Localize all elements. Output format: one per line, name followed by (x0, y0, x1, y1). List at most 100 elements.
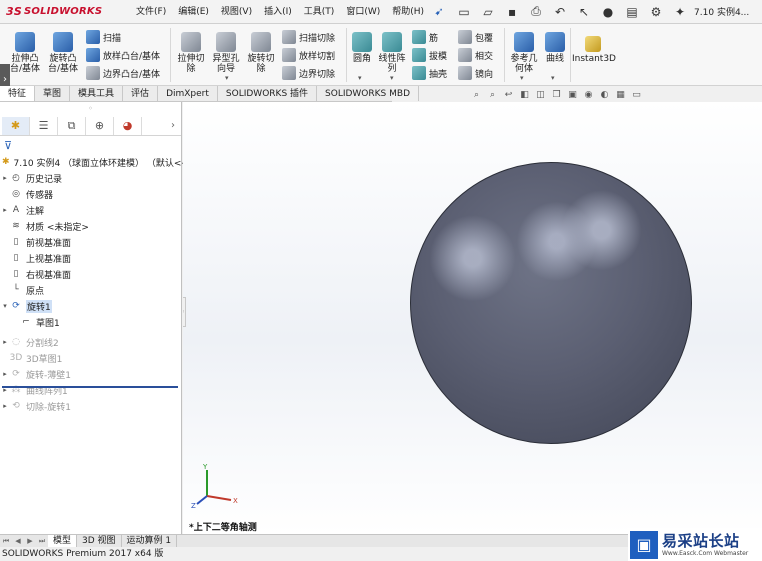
lofted-cut-button[interactable]: 放样切割 (282, 48, 335, 62)
extrude-boss-button[interactable]: 拉伸凸 台/基体 (6, 32, 44, 74)
chevron-right-icon[interactable]: › (171, 120, 175, 131)
revolve-boss-button[interactable]: 旋转凸 台/基体 (44, 32, 82, 74)
instant3d-button[interactable]: Instant3D (572, 36, 616, 64)
swept-cut-button[interactable]: 扫描切除 (282, 30, 335, 44)
open-folder-icon[interactable]: ▱ (478, 3, 498, 21)
zoom-to-area-icon[interactable]: ⌕ (486, 88, 499, 101)
tab-3d-view[interactable]: 3D 视图 (77, 535, 122, 547)
shell-button[interactable]: 抽壳 (412, 66, 447, 80)
file-properties-icon[interactable]: ▤ (622, 3, 642, 21)
tab-addins[interactable]: SOLIDWORKS 插件 (218, 86, 318, 101)
panel-splitter-handle[interactable]: ◦ (183, 297, 186, 327)
zoom-to-fit-icon[interactable]: ⌕ (470, 88, 483, 101)
apply-scene-icon[interactable]: ▦ (614, 88, 627, 101)
print-icon[interactable]: ⎙ (526, 3, 546, 21)
tree-item-right-plane[interactable]: ▯ 右视基准面 (0, 266, 181, 282)
tab-dimxpert[interactable]: DimXpert (158, 86, 218, 101)
last-tab-arrow-icon[interactable]: ⏭ (36, 537, 48, 546)
pin-toolbar-icon[interactable]: ✦ (670, 3, 690, 21)
hole-wizard-button[interactable]: 异型孔 向导 (208, 32, 244, 74)
first-tab-arrow-icon[interactable]: ⏮ (0, 537, 12, 546)
hide-show-items-icon[interactable]: ◉ (582, 88, 595, 101)
tree-item-split-line2[interactable]: ▸ ◌ 分割线2 (0, 334, 181, 350)
menu-insert[interactable]: 插入(I) (258, 0, 298, 24)
tab-mold-tools[interactable]: 模具工具 (70, 86, 124, 101)
boundary-cut-button[interactable]: 边界切除 (282, 66, 335, 80)
curves-button[interactable]: 曲线 (542, 32, 568, 64)
tab-sketch[interactable]: 草图 (35, 86, 71, 101)
tree-item-history[interactable]: ▸ ◴ 历史记录 (0, 170, 181, 186)
revolve-cut-button[interactable]: 旋转切 除 (244, 32, 278, 74)
graphics-viewport[interactable]: ◦ Y X Z *上下二等角轴测 (183, 102, 762, 534)
expand-arrow-icon[interactable]: ▸ (0, 370, 10, 378)
panel-grip-icon[interactable]: ◦ (0, 102, 181, 116)
tree-item-3d-sketch1[interactable]: 3D 3D草图1 (0, 350, 181, 366)
solidworks-logo[interactable]: 3S SOLIDWORKS (0, 0, 120, 24)
tree-item-origin[interactable]: └ 原点 (0, 282, 181, 298)
extrude-cut-button[interactable]: 拉伸切 除 (174, 32, 208, 74)
tree-item-revolve1[interactable]: ▾ ⟳ 旋转1 (0, 298, 181, 314)
edit-appearance-icon[interactable]: ◐ (598, 88, 611, 101)
tab-features[interactable]: 特征 (0, 86, 36, 101)
wrap-button[interactable]: 包覆 (458, 30, 493, 44)
sweep-button[interactable]: 扫描 (86, 30, 121, 44)
tab-mbd[interactable]: SOLIDWORKS MBD (317, 86, 419, 101)
boundary-boss-button[interactable]: 边界凸台/基体 (86, 66, 160, 80)
tree-item-sketch1[interactable]: ⌐ 草图1 (0, 314, 181, 330)
feature-manager-icon[interactable]: ✱ (2, 116, 30, 135)
view-orientation-icon[interactable]: ❒ (550, 88, 563, 101)
property-manager-icon[interactable]: ☰ (30, 116, 58, 135)
mirror-button[interactable]: 镜向 (458, 66, 493, 80)
tree-item-sensors[interactable]: ◎ 传感器 (0, 186, 181, 202)
undo-icon[interactable]: ↶ (550, 3, 570, 21)
menu-help[interactable]: 帮助(H) (386, 0, 430, 24)
tab-motion-study[interactable]: 运动算例 1 (122, 535, 178, 547)
menu-view[interactable]: 视图(V) (215, 0, 258, 24)
tree-item-curve-pattern1[interactable]: ▸ ⁂ 曲线阵列1 (0, 382, 181, 398)
menu-file[interactable]: 文件(F) (130, 0, 172, 24)
dropdown-arrow-icon[interactable]: ▾ (520, 74, 524, 82)
tree-item-cut-revolve1[interactable]: ▸ ⟲ 切除-旋转1 (0, 398, 181, 414)
configuration-manager-icon[interactable]: ⧉ (58, 116, 86, 135)
expand-arrow-icon[interactable]: ▸ (0, 402, 10, 410)
tab-model[interactable]: 模型 (48, 535, 78, 547)
menu-window[interactable]: 窗口(W) (340, 0, 386, 24)
collapse-arrow-icon[interactable]: ▾ (0, 302, 10, 310)
sphere-model[interactable] (410, 162, 692, 444)
tree-item-annotations[interactable]: ▸ A 注解 (0, 202, 181, 218)
intersect-button[interactable]: 相交 (458, 48, 493, 62)
prev-tab-arrow-icon[interactable]: ◀ (12, 537, 24, 545)
view-settings-icon[interactable]: ▭ (630, 88, 643, 101)
dropdown-arrow-icon[interactable]: ▾ (390, 74, 394, 82)
menu-edit[interactable]: 编辑(E) (172, 0, 215, 24)
tree-root-part[interactable]: ✱ 7.10 实例4 （球面立体环建模） （默认<< (0, 154, 189, 170)
dropdown-arrow-icon[interactable]: ▾ (551, 74, 555, 82)
tab-evaluate[interactable]: 评估 (123, 86, 159, 101)
linear-pattern-button[interactable]: 线性阵 列 (376, 32, 408, 74)
expand-arrow-icon[interactable]: ▸ (0, 338, 10, 346)
tree-item-material[interactable]: ≋ 材质 <未指定> (0, 218, 181, 234)
previous-view-icon[interactable]: ↩ (502, 88, 515, 101)
dimxpert-manager-icon[interactable]: ⊕ (86, 116, 114, 135)
rib-button[interactable]: 筋 (412, 30, 438, 44)
tree-item-revolve-thin1[interactable]: ▸ ⟳ 旋转-薄壁1 (0, 366, 181, 382)
dropdown-arrow-icon[interactable]: ▾ (358, 74, 362, 82)
expand-arrow-icon[interactable]: ▸ (0, 174, 10, 182)
options-gear-icon[interactable]: ⚙ (646, 3, 666, 21)
dropdown-arrow-icon[interactable]: ▾ (225, 74, 229, 82)
fillet-button[interactable]: 圆角 (350, 32, 374, 64)
menu-tools[interactable]: 工具(T) (298, 0, 341, 24)
pin-icon[interactable]: ➹ (430, 5, 448, 18)
dynamic-annotation-icon[interactable]: ◫ (534, 88, 547, 101)
select-cursor-icon[interactable]: ↖ (574, 3, 594, 21)
draft-button[interactable]: 拔模 (412, 48, 447, 62)
new-document-icon[interactable]: ▭ (454, 3, 474, 21)
loft-boss-button[interactable]: 放样凸台/基体 (86, 48, 160, 62)
display-style-icon[interactable]: ▣ (566, 88, 579, 101)
display-manager-icon[interactable]: ◕ (114, 116, 142, 135)
rollback-bar[interactable] (2, 386, 178, 388)
expand-arrow-icon[interactable]: ▸ (0, 206, 10, 214)
tree-item-top-plane[interactable]: ▯ 上视基准面 (0, 250, 181, 266)
reference-geometry-button[interactable]: 参考几 何体 (508, 32, 540, 74)
section-view-icon[interactable]: ◧ (518, 88, 531, 101)
